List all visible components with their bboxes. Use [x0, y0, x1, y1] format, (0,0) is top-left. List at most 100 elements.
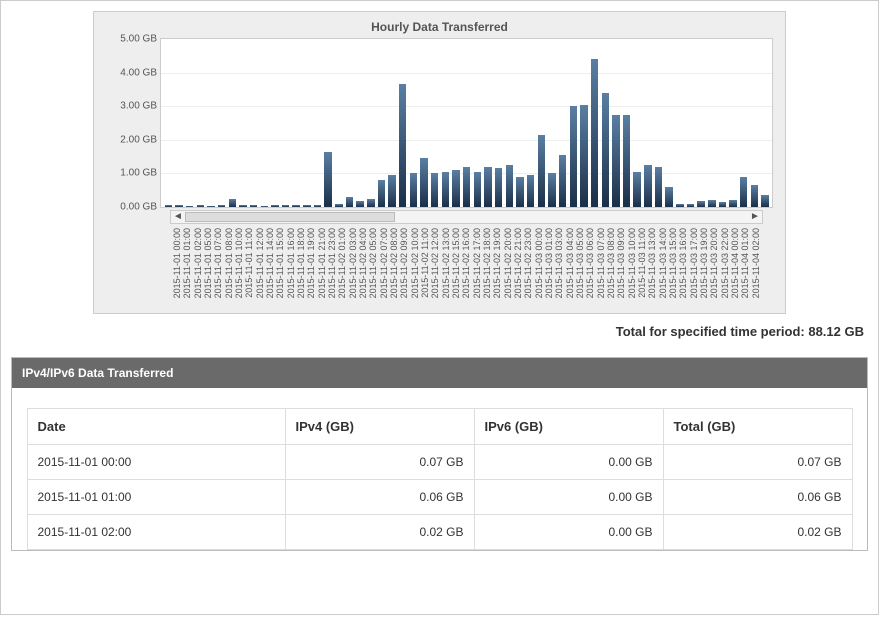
table-section-title: IPv4/IPv6 Data Transferred — [12, 358, 867, 388]
cell-ipv6: 0.00 GB — [474, 480, 663, 515]
data-table: Date IPv4 (GB) IPv6 (GB) Total (GB) 2015… — [27, 408, 853, 550]
table-row: 2015-11-01 00:000.07 GB0.00 GB0.07 GB — [27, 445, 852, 480]
bar[interactable] — [346, 197, 353, 207]
chart-scrollbar[interactable]: ◄ ► — [170, 210, 763, 224]
chart-scroll-thumb[interactable] — [185, 212, 395, 222]
bar[interactable] — [623, 115, 630, 207]
bar-slot — [291, 39, 302, 207]
bar[interactable] — [431, 173, 438, 207]
bar[interactable] — [442, 172, 449, 207]
col-header-date: Date — [27, 409, 285, 445]
bar[interactable] — [165, 205, 172, 207]
bar[interactable] — [335, 204, 342, 207]
bar[interactable] — [655, 167, 662, 207]
chart-plot-area: 0.00 GB1.00 GB2.00 GB3.00 GB4.00 GB5.00 … — [160, 38, 773, 208]
table-body: 2015-11-01 00:000.07 GB0.00 GB0.07 GB 201… — [27, 445, 852, 550]
bar[interactable] — [612, 115, 619, 207]
bar[interactable] — [356, 201, 363, 207]
bar[interactable] — [644, 165, 651, 207]
bar[interactable] — [602, 93, 609, 207]
bar-slot — [238, 39, 249, 207]
bar[interactable] — [633, 172, 640, 207]
bar[interactable] — [282, 205, 289, 207]
x-tick-label: 2015-11-04 01:00 — [740, 228, 750, 298]
bar[interactable] — [463, 167, 470, 207]
bar[interactable] — [175, 205, 182, 207]
bar-slot — [365, 39, 376, 207]
bar[interactable] — [484, 167, 491, 207]
bar[interactable] — [197, 205, 204, 207]
bar[interactable] — [676, 204, 683, 207]
bar-slot — [376, 39, 387, 207]
bar[interactable] — [207, 206, 214, 207]
bar-slot — [461, 39, 472, 207]
y-tick-label: 5.00 GB — [107, 34, 157, 45]
x-tick-label: 2015-11-03 13:00 — [647, 228, 657, 298]
bar[interactable] — [580, 105, 587, 207]
x-tick-label: 2015-11-03 14:00 — [658, 228, 668, 298]
bar-slot — [547, 39, 558, 207]
cell-date: 2015-11-01 02:00 — [27, 515, 285, 550]
bar[interactable] — [538, 135, 545, 207]
cell-total: 0.06 GB — [663, 480, 852, 515]
y-tick-label: 4.00 GB — [107, 67, 157, 78]
bar[interactable] — [250, 205, 257, 207]
bar[interactable] — [697, 201, 704, 207]
bar[interactable] — [665, 187, 672, 207]
x-tick-label: 2015-11-02 23:00 — [523, 228, 533, 298]
bar[interactable] — [378, 180, 385, 207]
bar[interactable] — [506, 165, 513, 207]
bar-slot — [632, 39, 643, 207]
bar[interactable] — [527, 175, 534, 207]
x-tick-label: 2015-11-03 08:00 — [606, 228, 616, 298]
bar[interactable] — [761, 195, 768, 207]
bar[interactable] — [303, 205, 310, 207]
y-tick-label: 2.00 GB — [107, 134, 157, 145]
bar-slot — [515, 39, 526, 207]
bar[interactable] — [474, 172, 481, 207]
bar[interactable] — [314, 205, 321, 207]
bar[interactable] — [708, 200, 715, 207]
bar[interactable] — [229, 199, 236, 207]
bar[interactable] — [410, 173, 417, 207]
y-tick-label: 1.00 GB — [107, 168, 157, 179]
bar[interactable] — [367, 199, 374, 207]
x-tick-label: 2015-11-02 18:00 — [482, 228, 492, 298]
bar[interactable] — [399, 84, 406, 207]
bar[interactable] — [729, 200, 736, 207]
bar[interactable] — [292, 205, 299, 207]
bar-slot — [302, 39, 313, 207]
bar[interactable] — [324, 152, 331, 207]
bar[interactable] — [751, 185, 758, 207]
bar-slot — [334, 39, 345, 207]
bar[interactable] — [740, 177, 747, 207]
bar[interactable] — [516, 177, 523, 207]
bar[interactable] — [388, 175, 395, 207]
bar[interactable] — [719, 202, 726, 207]
x-tick-label: 2015-11-03 22:00 — [720, 228, 730, 298]
bar[interactable] — [239, 205, 246, 207]
bar-slot — [472, 39, 483, 207]
bar-slot — [270, 39, 281, 207]
bar[interactable] — [218, 205, 225, 207]
cell-ipv4: 0.07 GB — [285, 445, 474, 480]
bar[interactable] — [687, 204, 694, 207]
bar[interactable] — [559, 155, 566, 207]
bar[interactable] — [570, 106, 577, 207]
bar[interactable] — [495, 168, 502, 207]
bar-slot — [653, 39, 664, 207]
bar-slot — [643, 39, 654, 207]
bar[interactable] — [452, 170, 459, 207]
chart-scroll-left[interactable]: ◄ — [171, 211, 185, 223]
bar[interactable] — [186, 206, 193, 207]
x-tick-label: 2015-11-03 01:00 — [544, 228, 554, 298]
x-tick-label: 2015-11-02 11:00 — [420, 228, 430, 298]
bar[interactable] — [548, 173, 555, 207]
chart-scroll-right[interactable]: ► — [748, 211, 762, 223]
bar[interactable] — [261, 206, 268, 207]
bar[interactable] — [591, 59, 598, 207]
x-tick-label: 2015-11-01 10:00 — [234, 228, 244, 298]
bar[interactable] — [420, 158, 427, 207]
x-tick-label: 2015-11-03 10:00 — [627, 228, 637, 298]
bar[interactable] — [271, 205, 278, 207]
